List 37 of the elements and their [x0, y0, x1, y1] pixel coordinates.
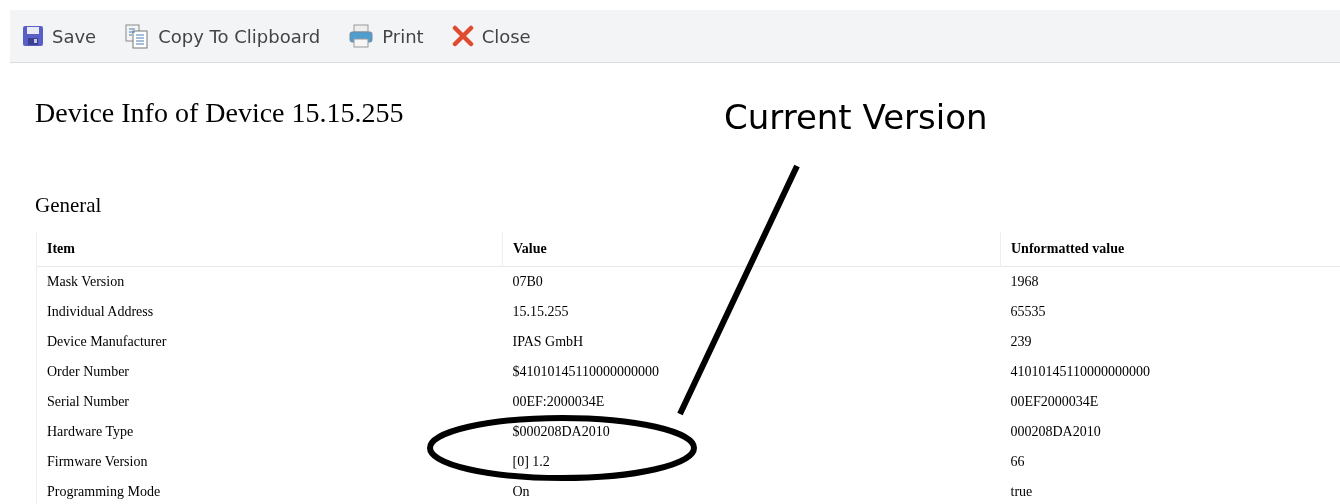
column-header: Value	[502, 232, 1001, 266]
table-cell-text: true	[1009, 482, 1034, 501]
table-cell-text: [0] 1.2	[511, 452, 551, 471]
table-cell-text: 41010145110000000000	[1009, 362, 1151, 381]
printer-icon	[348, 23, 375, 49]
toolbar-button[interactable]: Save	[22, 22, 97, 50]
table-cell: Programming Mode	[36, 476, 503, 504]
table-cell: 1968	[1000, 266, 1340, 296]
toolbar-button[interactable]: Close	[451, 22, 531, 50]
table-cell: Individual Address	[36, 296, 503, 326]
table-cell-text: 00EF:2000034E	[511, 392, 606, 411]
table-cell-text: 65535	[1009, 302, 1047, 321]
table-cell-text: 000208DA2010	[1009, 422, 1102, 441]
annotation-label: Current Version	[724, 96, 988, 138]
toolbar-button[interactable]: Print	[348, 22, 424, 50]
page-title: Device Info of Device 15.15.255	[35, 96, 404, 130]
table-cell-text: $000208DA2010	[511, 422, 611, 441]
column-header: Unformatted value	[1000, 232, 1340, 266]
table-cell-text: $41010145110000000000	[511, 362, 660, 381]
table-cell-text: IPAS GmbH	[511, 332, 585, 351]
table-cell: Device Manufacturer	[36, 326, 503, 356]
table-cell: Order Number	[36, 356, 503, 386]
close-icon	[451, 25, 474, 47]
table-cell: 07B0	[502, 266, 1001, 296]
table-cell: Hardware Type	[36, 416, 503, 446]
table-cell: Serial Number	[36, 386, 503, 416]
toolbar-button[interactable]: Copy To Clipboard	[124, 22, 321, 50]
table-cell-text: 15.15.255	[511, 302, 570, 321]
section-title: General	[35, 192, 102, 218]
table-cell-text: 00EF2000034E	[1009, 392, 1100, 411]
table-cell-text: 66	[1009, 452, 1026, 471]
table-cell: Firmware Version	[36, 446, 503, 476]
documents-icon	[124, 23, 151, 49]
table-cell-text: On	[511, 482, 531, 501]
column-header: Item	[36, 232, 503, 266]
table-cell-text: 239	[1009, 332, 1033, 351]
table-cell: Mask Version	[36, 266, 503, 296]
